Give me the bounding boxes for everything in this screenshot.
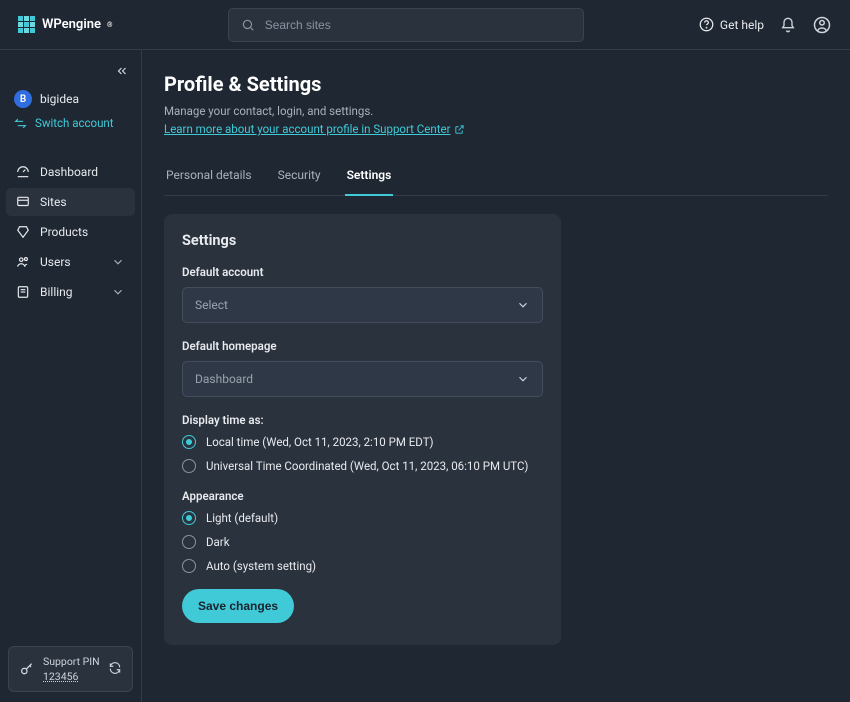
account-name: bigidea <box>40 92 79 106</box>
search-input[interactable] <box>265 18 571 32</box>
search-input-wrap[interactable] <box>228 8 584 42</box>
radio-local-time[interactable]: Local time (Wed, Oct 11, 2023, 2:10 PM E… <box>182 435 543 449</box>
tab-settings[interactable]: Settings <box>345 158 394 196</box>
default-homepage-label: Default homepage <box>182 339 543 353</box>
page-title: Profile & Settings <box>164 72 828 96</box>
radio-dot-icon <box>182 535 196 549</box>
sidebar-item-billing[interactable]: Billing <box>6 278 135 306</box>
radio-appearance-light[interactable]: Light (default) <box>182 511 543 525</box>
user-circle-icon <box>813 16 831 34</box>
chevron-down-icon <box>516 372 530 386</box>
search-icon <box>241 18 255 32</box>
display-time-group: Local time (Wed, Oct 11, 2023, 2:10 PM E… <box>182 435 543 473</box>
display-time-label: Display time as: <box>182 413 543 427</box>
default-account-label: Default account <box>182 265 543 279</box>
external-link-icon <box>454 124 465 135</box>
save-button[interactable]: Save changes <box>182 589 294 623</box>
diamond-icon <box>16 225 30 239</box>
chevron-double-left-icon <box>115 64 129 78</box>
appearance-label: Appearance <box>182 489 543 503</box>
swap-icon <box>14 117 27 130</box>
billing-icon <box>16 285 30 299</box>
sidebar-item-dashboard[interactable]: Dashboard <box>6 158 135 186</box>
tabs: Personal details Security Settings <box>164 158 828 196</box>
get-help-link[interactable]: Get help <box>699 17 764 32</box>
sidebar-item-users[interactable]: Users <box>6 248 135 276</box>
footer: © 2021 WP Engine, Inc. All Rights Reserv… <box>142 657 850 702</box>
default-homepage-select[interactable]: Dashboard <box>182 361 543 397</box>
refresh-pin-button[interactable] <box>108 661 122 678</box>
chevron-down-icon <box>111 285 125 299</box>
brand-name: WPengine <box>42 17 101 32</box>
sites-icon <box>16 195 30 209</box>
help-icon <box>699 17 714 32</box>
sidebar: B bigidea Switch account Dashboard Sites <box>0 50 142 702</box>
radio-dot-icon <box>182 511 196 525</box>
radio-utc-time[interactable]: Universal Time Coordinated (Wed, Oct 11,… <box>182 459 543 473</box>
radio-dot-icon <box>182 559 196 573</box>
tab-personal-details[interactable]: Personal details <box>164 158 254 196</box>
bell-icon <box>780 17 796 33</box>
appearance-group: Light (default) Dark Auto (system settin… <box>182 511 543 573</box>
main-content: Profile & Settings Manage your contact, … <box>142 50 850 702</box>
support-pin-card: Support PIN 123456 <box>8 646 133 692</box>
switch-account-link[interactable]: Switch account <box>14 116 127 130</box>
settings-heading: Settings <box>182 232 543 249</box>
sidebar-item-products[interactable]: Products <box>6 218 135 246</box>
key-icon <box>19 661 35 677</box>
radio-dot-icon <box>182 435 196 449</box>
current-account[interactable]: B bigidea <box>14 90 127 108</box>
avatar: B <box>14 90 32 108</box>
gauge-icon <box>16 165 30 179</box>
account-menu-button[interactable] <box>812 15 832 35</box>
settings-card: Settings Default account Select Default … <box>164 214 561 645</box>
refresh-icon <box>108 661 122 675</box>
chevron-down-icon <box>516 298 530 312</box>
radio-dot-icon <box>182 459 196 473</box>
sidebar-item-sites[interactable]: Sites <box>6 188 135 216</box>
radio-appearance-dark[interactable]: Dark <box>182 535 543 549</box>
support-pin-label: Support PIN <box>43 655 100 668</box>
logo-icon <box>18 16 36 34</box>
topbar: WPengine® Get help <box>0 0 850 50</box>
users-icon <box>16 255 30 269</box>
support-pin-value[interactable]: 123456 <box>43 670 100 683</box>
brand-logo[interactable]: WPengine® <box>18 16 112 34</box>
tab-security[interactable]: Security <box>276 158 323 196</box>
learn-more-link[interactable]: Learn more about your account profile in… <box>164 122 465 136</box>
radio-appearance-auto[interactable]: Auto (system setting) <box>182 559 543 573</box>
collapse-sidebar-button[interactable] <box>6 60 135 86</box>
default-account-select[interactable]: Select <box>182 287 543 323</box>
page-subtitle: Manage your contact, login, and settings… <box>164 104 828 118</box>
chevron-down-icon <box>111 255 125 269</box>
notifications-button[interactable] <box>778 15 798 35</box>
